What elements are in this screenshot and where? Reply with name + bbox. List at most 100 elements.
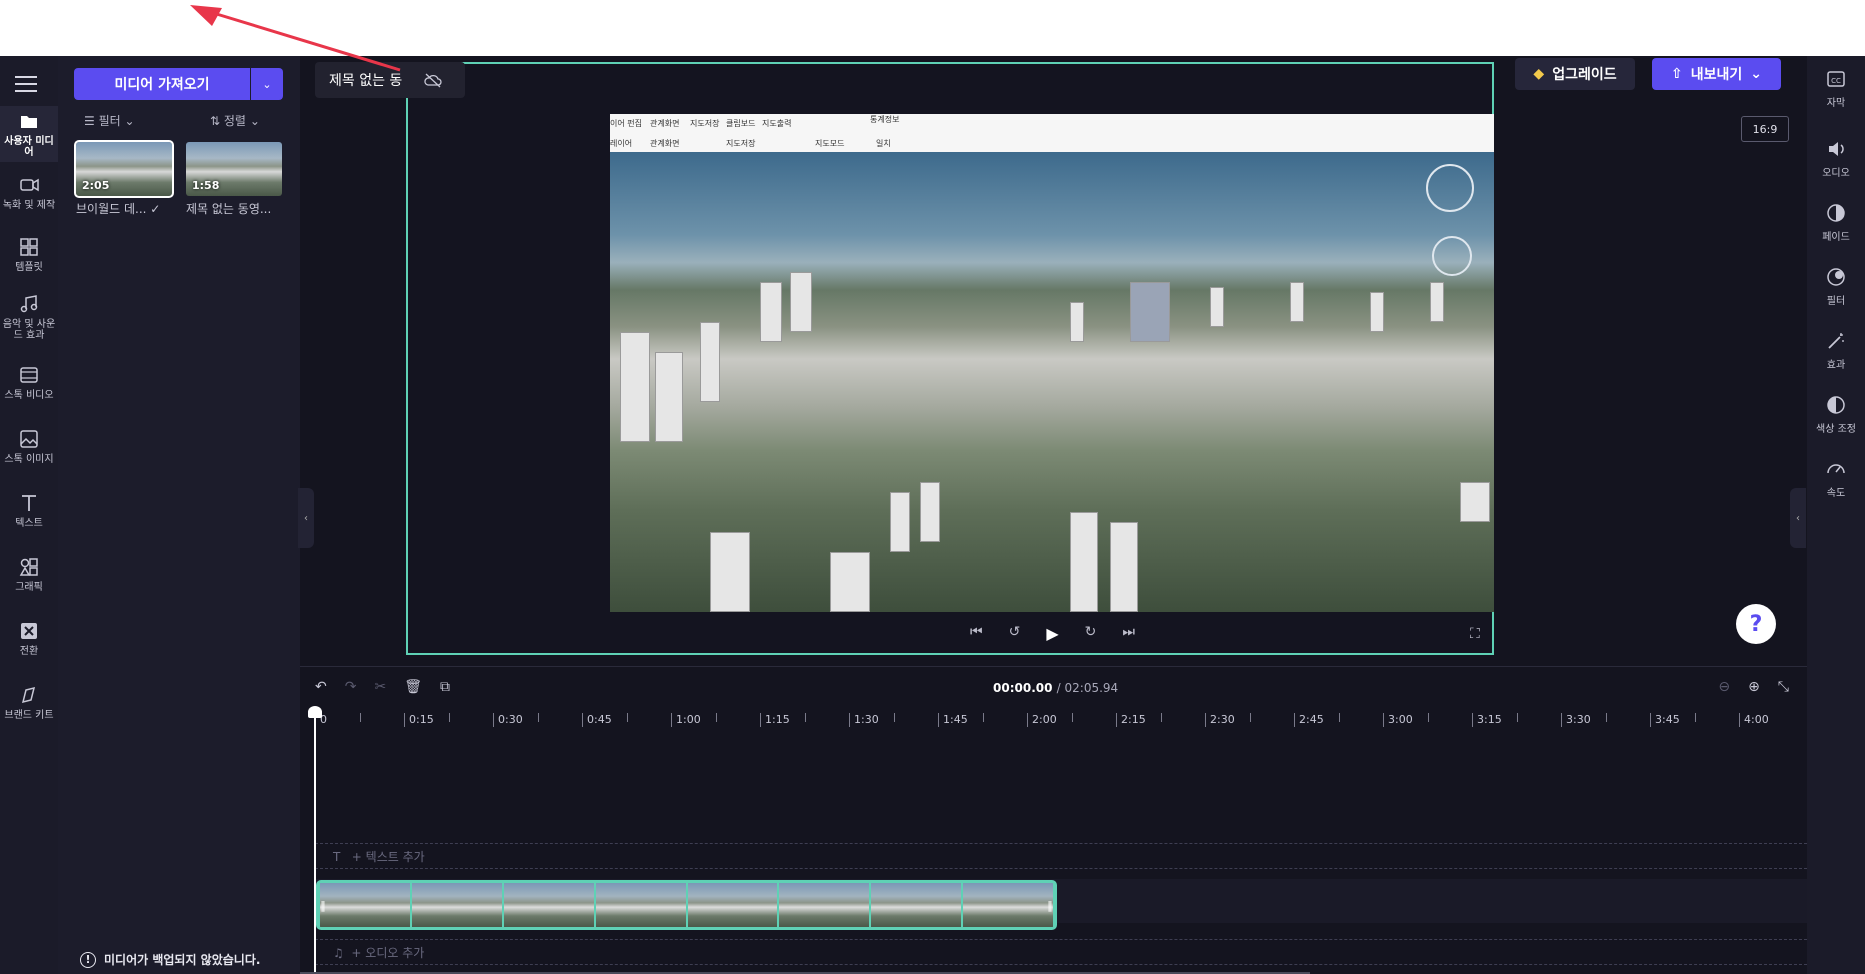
media-thumbnail[interactable]: 2:05 — [74, 140, 174, 198]
aspect-ratio-button[interactable]: 16:9 — [1741, 116, 1789, 142]
building — [1130, 282, 1170, 342]
ruler-label: 2:15 — [1121, 713, 1146, 726]
filter-button[interactable]: ☰ 필터 ⌄ — [84, 112, 135, 129]
add-audio-track[interactable]: ♫ + 오디오 추가 — [315, 939, 1807, 965]
rail-item-templates[interactable]: 템플릿 — [0, 236, 58, 273]
check-icon: ✓ — [150, 202, 161, 216]
timeline-panel: ↶ ↷ ✂ 🗑 ⧉ 00:00.00 / 02:05.94 ⊖ ⊕ ⤡ 0 0:1… — [300, 666, 1807, 974]
ruler-tick-minor — [448, 713, 450, 722]
rail-item-graphics[interactable]: 그래픽 — [0, 556, 58, 593]
backup-warning[interactable]: ! 미디어가 백업되지 않았습니다. — [80, 951, 260, 968]
project-title[interactable]: 제목 없는 동 — [315, 62, 465, 98]
forward-5s-icon[interactable]: ↻ — [1085, 624, 1097, 643]
rail-item-audio[interactable]: 오디오 — [1807, 138, 1865, 179]
fullscreen-icon[interactable]: ⛶ — [1470, 626, 1480, 642]
collapse-left-panel-button[interactable]: ‹ — [298, 488, 314, 548]
ruler-tick-minor — [893, 713, 895, 722]
clip-frame — [503, 883, 594, 927]
top-whitespace — [0, 0, 1865, 56]
ruler-tick — [404, 713, 405, 727]
redo-icon[interactable]: ↷ — [345, 679, 357, 695]
import-media-button[interactable]: 미디어 가져오기 — [74, 68, 250, 100]
editor-app: 사용자 미디어 녹화 및 제작 템플릿 음악 및 사운드 효과 스톡 비디오 스… — [0, 56, 1865, 974]
add-text-track[interactable]: T + 텍스트 추가 — [315, 843, 1807, 869]
video-clip[interactable]: ‖ ‖ — [316, 880, 1057, 930]
rail-item-transitions[interactable]: 전환 — [0, 620, 58, 657]
undo-icon[interactable]: ↶ — [315, 679, 327, 695]
playhead-handle[interactable] — [308, 706, 322, 718]
brand-icon — [21, 686, 36, 704]
play-icon[interactable]: ▶ — [1046, 624, 1058, 643]
timeline-toolbar: ↶ ↷ ✂ 🗑 ⧉ — [315, 679, 450, 695]
ruler-tick — [1383, 713, 1384, 727]
skip-forward-icon[interactable]: ⏭ — [1122, 624, 1135, 643]
ruler-label: 0:45 — [587, 713, 612, 726]
cc-icon: CC — [1827, 71, 1845, 87]
rail-item-speed[interactable]: 속도 — [1807, 458, 1865, 499]
ruler-tick-minor — [1249, 713, 1251, 722]
template-icon — [20, 238, 38, 256]
collapse-right-panel-button[interactable]: ‹ — [1790, 488, 1806, 548]
building — [1290, 282, 1304, 322]
ruler-tick-minor — [1160, 713, 1162, 722]
music-note-icon: ♫ — [333, 946, 348, 960]
ruler-label: 3:00 — [1388, 713, 1413, 726]
ruler-tick — [1027, 713, 1028, 727]
help-button[interactable]: ? — [1736, 604, 1776, 644]
speaker-icon — [1829, 142, 1844, 156]
scissors-icon[interactable]: ✂ — [374, 679, 386, 695]
clip-frame — [411, 883, 502, 927]
playback-controls: ⏮ ↺ ▶ ↻ ⏭ — [970, 624, 1135, 643]
ruler-tick — [760, 713, 761, 727]
music-icon — [20, 295, 38, 313]
rail-item-record[interactable]: 녹화 및 제작 — [0, 174, 58, 211]
rail-item-captions[interactable]: CC 자막 — [1807, 68, 1865, 109]
fit-timeline-icon[interactable]: ⤡ — [1778, 679, 1789, 695]
export-button[interactable]: ⇧ 내보내기 ⌄ — [1652, 58, 1781, 90]
timeline-zoom-controls: ⊖ ⊕ ⤡ — [1718, 679, 1789, 695]
rail-item-effects[interactable]: 효과 — [1807, 330, 1865, 371]
svg-text:CC: CC — [1831, 77, 1841, 85]
upgrade-button[interactable]: ◆ 업그레이드 — [1515, 58, 1635, 90]
rail-item-stock-image[interactable]: 스톡 이미지 — [0, 428, 58, 465]
skip-back-icon[interactable]: ⏮ — [970, 624, 983, 643]
trash-icon[interactable]: 🗑 — [404, 679, 422, 695]
ruler-tick-minor — [1516, 713, 1518, 722]
ruler-tick-minor — [1694, 713, 1696, 722]
rail-item-color[interactable]: 색상 조정 — [1807, 394, 1865, 435]
duplicate-icon[interactable]: ⧉ — [440, 679, 450, 695]
rail-item-filters[interactable]: 필터 — [1807, 266, 1865, 307]
rail-item-music[interactable]: 음악 및 사운드 효과 — [0, 293, 58, 341]
playhead[interactable] — [314, 710, 316, 974]
clip-trim-handle-right[interactable]: ‖ — [1046, 883, 1054, 927]
sort-button[interactable]: ⇅ 정렬 ⌄ — [210, 112, 260, 129]
right-properties-rail: CC 자막 오디오 페이드 필터 효과 색상 조정 속도 — [1807, 56, 1865, 974]
video-preview: 이어 펀집 관계화면 지도저장 클립보드 지도출력 통계정보 레이어 관계화면 … — [610, 114, 1494, 612]
chevron-down-icon: ⌄ — [262, 77, 272, 91]
import-dropdown-button[interactable]: ⌄ — [251, 68, 283, 100]
map-compass-icon — [1426, 164, 1474, 212]
rail-item-your-media[interactable]: 사용자 미디어 — [0, 106, 58, 162]
ruler-tick — [1739, 713, 1740, 727]
rail-item-brand-kit[interactable]: 브랜드 키트 — [0, 684, 58, 721]
ruler-label: 3:15 — [1477, 713, 1502, 726]
clip-frame — [687, 883, 778, 927]
rewind-5s-icon[interactable]: ↺ — [1009, 624, 1021, 643]
menu-icon[interactable] — [15, 76, 37, 92]
building — [760, 282, 782, 342]
rail-item-stock-video[interactable]: 스톡 비디오 — [0, 364, 58, 401]
ruler-label: 2:30 — [1210, 713, 1235, 726]
ruler-label: 3:30 — [1566, 713, 1591, 726]
video-menubar-content: 이어 펀집 관계화면 지도저장 클립보드 지도출력 통계정보 레이어 관계화면 … — [610, 114, 1494, 152]
rail-item-text[interactable]: 텍스트 — [0, 492, 58, 529]
chevron-down-icon: ⌄ — [1750, 66, 1762, 82]
rail-item-fade[interactable]: 페이드 — [1807, 202, 1865, 243]
zoom-out-icon[interactable]: ⊖ — [1718, 679, 1730, 695]
chevron-down-icon: ⌄ — [249, 114, 260, 128]
timeline-ruler[interactable]: 0 0:15 0:30 0:45 1:00 1:15 1:30 1:45 2:00 2:15 2:3… — [315, 709, 1807, 729]
image-icon — [20, 430, 38, 448]
building — [830, 552, 870, 612]
clip-trim-handle-left[interactable]: ‖ — [319, 883, 327, 927]
media-thumbnail[interactable]: 1:58 — [186, 142, 282, 196]
zoom-in-icon[interactable]: ⊕ — [1748, 679, 1760, 695]
